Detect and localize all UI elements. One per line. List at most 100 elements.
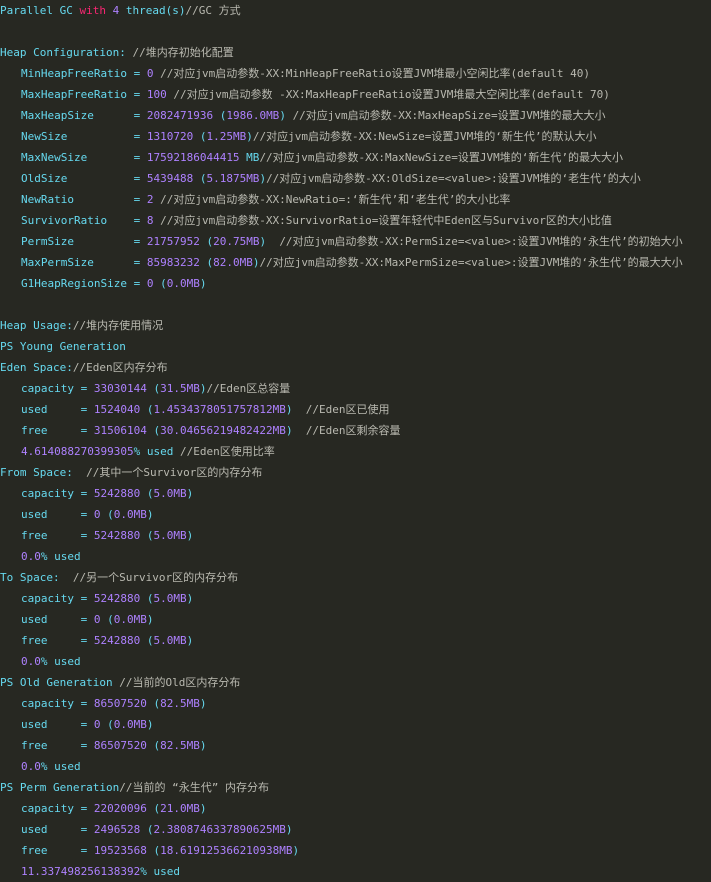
code-line: MaxPermSize = 85983232 (82.0MB)//对应jvm启动… [0,252,683,273]
code-token: Heap Configuration: [0,46,133,59]
code-token: 5242880 [93,634,141,647]
code-token: ) [146,508,154,521]
code-token: G1HeapRegionSize = [21,277,147,290]
code-line: MinHeapFreeRatio = 0 //对应jvm启动参数-XX:MinH… [0,63,590,84]
code-token: 5439488 [146,172,194,185]
code-token: 0.0MB [113,718,147,731]
code-token: used = [21,613,94,626]
code-line: used = 1524040 (1.4534378051757812MB) //… [0,399,390,420]
code-line: free = 5242880 (5.0MB) [0,525,193,546]
code-token: ( [140,529,154,542]
code-token: ( [140,823,154,836]
code-token: MaxPermSize = [21,256,147,269]
code-token: free = [21,844,94,857]
code-token: //Eden区剩余容量 [305,424,401,437]
code-token: free = [21,424,94,437]
code-token: ( [193,130,207,143]
code-token: 0.0 [21,655,41,668]
code-token: ( [140,403,154,416]
code-token: 5.0MB [153,592,187,605]
code-token: PermSize = [21,235,147,248]
code-token: Eden Space: [0,361,73,374]
code-token: MaxHeapSize = [21,109,147,122]
code-token: MinHeapFreeRatio = [21,67,147,80]
code-token: 0.0 [21,760,41,773]
code-token: free = [21,739,94,752]
code-token: ) [246,130,253,143]
code-line: G1HeapRegionSize = 0 (0.0MB) [0,273,206,294]
code-token: //当前的 “永生代” 内存分布 [119,781,269,794]
code-token: //对应jvm启动参数-XX:MaxHeapSize=设置JVM堆的最大大小 [292,109,606,122]
code-token: ( [146,844,161,857]
code-token: ( [153,277,167,290]
code-token: 86507520 [93,739,147,752]
code-line: capacity = 5242880 (5.0MB) [0,588,193,609]
code-line: 4.614088270399305% used //Eden区使用比率 [0,441,275,462]
code-token: free = [21,529,94,542]
code-token: 1.25MB [206,130,247,143]
code-token: //堆内存使用情况 [72,319,164,332]
code-token: ) [186,592,194,605]
code-line: used = 0 (0.0MB) [0,714,153,735]
code-token: ) [285,403,306,416]
code-token: ( [100,718,114,731]
code-token: ( [146,802,161,815]
code-token: ( [140,487,154,500]
code-token: 5.0MB [153,529,187,542]
code-token: 82.0MB [213,256,253,269]
code-token: PS Young Generation [0,340,126,353]
code-token: % used [140,865,180,878]
code-token: % used [40,550,81,563]
code-line: To Space: //另一个Survivor区的内存分布 [0,567,238,588]
code-token: ) [186,487,194,500]
code-line: 0.0% used [0,651,81,672]
code-block: Parallel GC with 4 thread(s)//GC 方式 Heap … [0,0,711,881]
code-line: SurvivorRatio = 8 //对应jvm启动参数-XX:Survivo… [0,210,612,231]
code-line: NewRatio = 2 //对应jvm启动参数-XX:NewRatio=:‘新… [0,189,510,210]
code-token: ( [213,109,227,122]
code-token: ) [279,109,293,122]
code-token: ) [186,529,194,542]
code-token: //Eden区内存分布 [72,361,168,374]
code-token: //对应jvm启动参数-XX:SurvivorRatio=设置年轻代中Eden区… [153,214,612,227]
code-line: MaxNewSize = 17592186044415 MB//对应jvm启动参… [0,147,623,168]
code-line: 0.0% used [0,546,81,567]
code-token: 1310720 [146,130,194,143]
code-token: capacity = [21,382,94,395]
code-token: //Eden区使用比率 [179,445,275,458]
code-token: ) [199,277,207,290]
code-token: //其中一个Survivor区的内存分布 [86,466,263,479]
code-token: capacity = [21,697,94,710]
code-token: //对应jvm启动参数 -XX:MaxHeapFreeRatio设置JVM堆最大… [166,88,610,101]
code-token: 33030144 [93,382,147,395]
code-line: free = 86507520 (82.5MB) [0,735,206,756]
code-token: 4.614088270399305 [21,445,134,458]
code-token: ( [140,592,154,605]
code-token: //对应jvm启动参数-XX:MinHeapFreeRatio设置JVM堆最小空… [153,67,590,80]
code-token: ( [146,697,161,710]
code-token: //GC 方式 [185,4,241,17]
code-token: 31.5MB [160,382,200,395]
code-line: MaxHeapFreeRatio = 100 //对应jvm启动参数 -XX:M… [0,84,610,105]
code-token: ( [199,256,214,269]
code-line: free = 5242880 (5.0MB) [0,630,193,651]
code-token: SurvivorRatio = [21,214,147,227]
code-token: ) [259,235,280,248]
code-token: 5242880 [93,529,141,542]
code-token: 2.3808746337890625MB [153,823,286,836]
code-token: % used [133,445,180,458]
code-token: 100 [146,88,167,101]
code-token: 19523568 [93,844,147,857]
code-token: Heap Usage: [0,319,73,332]
code-line: used = 0 (0.0MB) [0,609,153,630]
code-line: PS Perm Generation//当前的 “永生代” 内存分布 [0,777,269,798]
code-token: Parallel GC [0,4,80,17]
code-token: ( [146,424,161,437]
code-token: 5.0MB [153,634,187,647]
code-token: 1.4534378051757812MB [153,403,286,416]
code-token: ( [146,739,161,752]
code-line: PermSize = 21757952 (20.75MB) //对应jvm启动参… [0,231,683,252]
code-token: ) [146,613,154,626]
code-line: From Space: //其中一个Survivor区的内存分布 [0,462,262,483]
